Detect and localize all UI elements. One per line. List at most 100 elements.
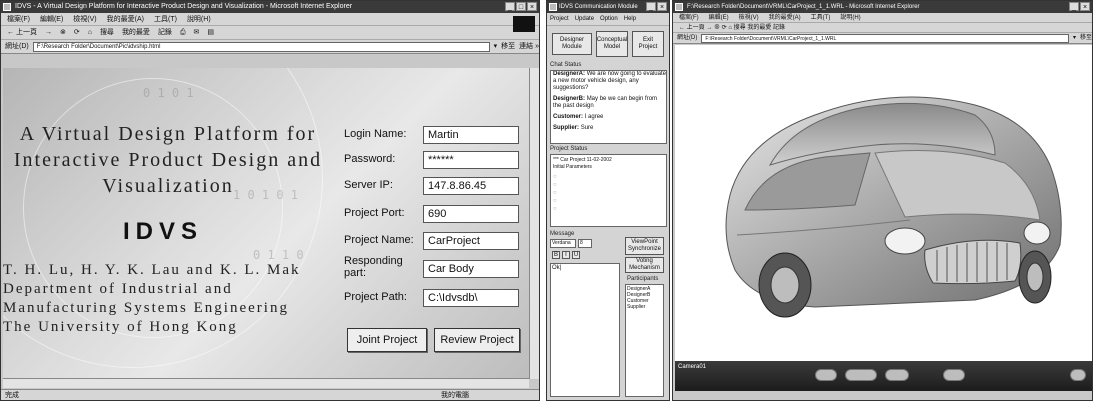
vrml-title: F:\Research Folder\Document\VRML\CarProj…: [687, 4, 920, 10]
home-button[interactable]: ⌂: [88, 26, 92, 39]
idvs-logo-text: IDVS: [123, 218, 204, 245]
menu-tools[interactable]: 工具(T): [154, 13, 177, 25]
menu-file[interactable]: 檔案(F): [7, 13, 30, 25]
menu-tools[interactable]: 工具(T): [811, 13, 831, 22]
vrml-logo-icon: [1070, 369, 1086, 381]
status-text: 完成: [5, 392, 19, 399]
login-input[interactable]: Martin: [423, 126, 519, 144]
font-size-select[interactable]: 8: [578, 239, 592, 248]
nav-turn-button[interactable]: [885, 369, 909, 381]
chat-message: DesignerB: May be we can begin from the …: [553, 96, 658, 109]
vrml-browser-window: F:\Research Folder\Document\VRML\CarProj…: [672, 0, 1093, 401]
browser-titlebar: IDVS - A Virtual Design Platform for Int…: [1, 1, 539, 13]
project-name-input[interactable]: CarProject: [423, 232, 519, 250]
edit-button[interactable]: ▤: [207, 26, 214, 39]
message-input[interactable]: Ok|: [550, 263, 620, 397]
comm-menu-bar: Project Update Option Help: [547, 13, 669, 26]
search-button[interactable]: 搜尋: [100, 26, 114, 39]
menu-favorites[interactable]: 我的最愛(A): [107, 13, 144, 25]
nav-pan-button[interactable]: [845, 369, 877, 381]
project-port-input[interactable]: 690: [423, 205, 519, 223]
designer-module-button[interactable]: Designer Module: [552, 33, 592, 55]
browser-window: IDVS - A Virtual Design Platform for Int…: [0, 0, 540, 401]
vrml-navigation-bar: Camera01: [675, 361, 1092, 391]
address-label: 網址(D): [677, 35, 698, 41]
menu-help[interactable]: 說明(H): [840, 13, 860, 22]
menu-option[interactable]: Option: [600, 13, 618, 25]
links-button[interactable]: 連結 »: [519, 40, 539, 54]
close-button[interactable]: ×: [657, 2, 667, 11]
voting-mechanism-button[interactable]: Voting Mechanism: [625, 257, 664, 273]
go-button[interactable]: 移至: [501, 40, 515, 54]
menu-edit[interactable]: 編輯(E): [709, 13, 729, 22]
vertical-scrollbar[interactable]: [529, 68, 539, 379]
message-label: Message: [550, 231, 575, 237]
chat-message: Customer: I agree: [553, 114, 604, 120]
mail-button[interactable]: ✉: [194, 26, 200, 39]
password-input[interactable]: ******: [423, 151, 519, 169]
nav-examine-button[interactable]: [943, 369, 965, 381]
underline-button[interactable]: U: [572, 251, 580, 259]
menu-help[interactable]: Help: [624, 13, 636, 25]
format-toolbar: B I U: [552, 251, 580, 259]
conceptual-model-button[interactable]: Conceptual Model: [596, 31, 628, 57]
vrml-titlebar: F:\Research Folder\Document\VRML\CarProj…: [673, 1, 1092, 13]
password-label: Password:: [344, 153, 396, 165]
vrml-3d-viewport[interactable]: [675, 45, 1092, 361]
join-project-button[interactable]: Joint Project: [347, 328, 427, 352]
browser-toolbar: ← 上一頁 → ⊗ ⟳ ⌂ 搜尋 我的最愛 記錄 ⎙ ✉ ▤: [1, 26, 539, 40]
menu-view[interactable]: 檢視(V): [739, 13, 759, 22]
server-ip-input[interactable]: 147.8.86.45: [423, 177, 519, 195]
car-model: [725, 96, 1062, 318]
forward-button[interactable]: →: [45, 26, 52, 39]
minimize-button[interactable]: _: [646, 2, 656, 11]
menu-favorites[interactable]: 我的最愛(A): [769, 13, 801, 22]
go-button[interactable]: 移至: [1080, 31, 1092, 45]
menu-edit[interactable]: 編輯(E): [40, 13, 63, 25]
refresh-button[interactable]: ⟳: [74, 26, 80, 39]
print-button[interactable]: ⎙: [180, 26, 186, 39]
minimize-button[interactable]: _: [505, 2, 515, 11]
close-button[interactable]: ×: [1080, 2, 1090, 11]
participants-label: Participants: [627, 276, 659, 282]
horizontal-scrollbar[interactable]: [3, 378, 529, 388]
bold-button[interactable]: B: [552, 251, 560, 259]
menu-file[interactable]: 檔案(F): [679, 13, 699, 22]
comm-title: IDVS Communication Module: [559, 4, 638, 10]
favorites-button[interactable]: 我的最愛: [122, 26, 150, 39]
project-path-label: Project Path:: [344, 291, 407, 303]
dropdown-arrow-icon[interactable]: ▾: [494, 40, 498, 54]
font-select[interactable]: Verdana: [550, 239, 576, 248]
address-input[interactable]: F:\Research Folder\Document\VRML\CarProj…: [701, 33, 1069, 43]
participants-list: DesignerA DesignerB Customer Supplier: [625, 284, 664, 397]
italic-button[interactable]: I: [562, 251, 570, 259]
nav-walk-button[interactable]: [815, 369, 837, 381]
viewpoint-synchronize-button[interactable]: ViewPoint Synchronize: [625, 237, 664, 255]
participant-item[interactable]: Supplier: [627, 304, 662, 310]
responding-part-input[interactable]: Car Body: [423, 260, 519, 278]
menu-update[interactable]: Update: [575, 13, 594, 25]
review-project-button[interactable]: Review Project: [434, 328, 520, 352]
stop-button[interactable]: ⊗: [60, 26, 66, 39]
close-button[interactable]: ×: [527, 2, 537, 11]
exit-project-button[interactable]: Exit Project: [632, 31, 664, 57]
address-label: 網址(D): [5, 42, 29, 50]
camera-label: Camera01: [678, 364, 707, 370]
project-status-label: Project Status: [550, 146, 588, 152]
project-name-label: Project Name:: [344, 234, 414, 246]
menu-view[interactable]: 檢視(V): [73, 13, 96, 25]
back-button[interactable]: ← 上一頁: [7, 26, 37, 39]
menu-project[interactable]: Project: [550, 13, 569, 25]
responding-part-label: Responding part:: [344, 255, 403, 279]
chat-message: DesignerA: We are now going to evaluate …: [553, 71, 666, 91]
history-button[interactable]: 記錄: [158, 26, 172, 39]
ie-icon: [3, 3, 11, 11]
status-bar: 完成 我的電腦: [1, 389, 539, 400]
project-path-input[interactable]: C:\Idvsdb\: [423, 289, 519, 307]
minimize-button[interactable]: _: [1069, 2, 1079, 11]
dropdown-arrow-icon[interactable]: ▾: [1073, 31, 1076, 45]
maximize-button[interactable]: □: [516, 2, 526, 11]
menu-help[interactable]: 說明(H): [187, 13, 211, 25]
page-heading: A Virtual Design Platform for Interactiv…: [13, 123, 323, 197]
address-input[interactable]: F:\Research Folder\Document\Pic\idvship.…: [32, 41, 490, 52]
